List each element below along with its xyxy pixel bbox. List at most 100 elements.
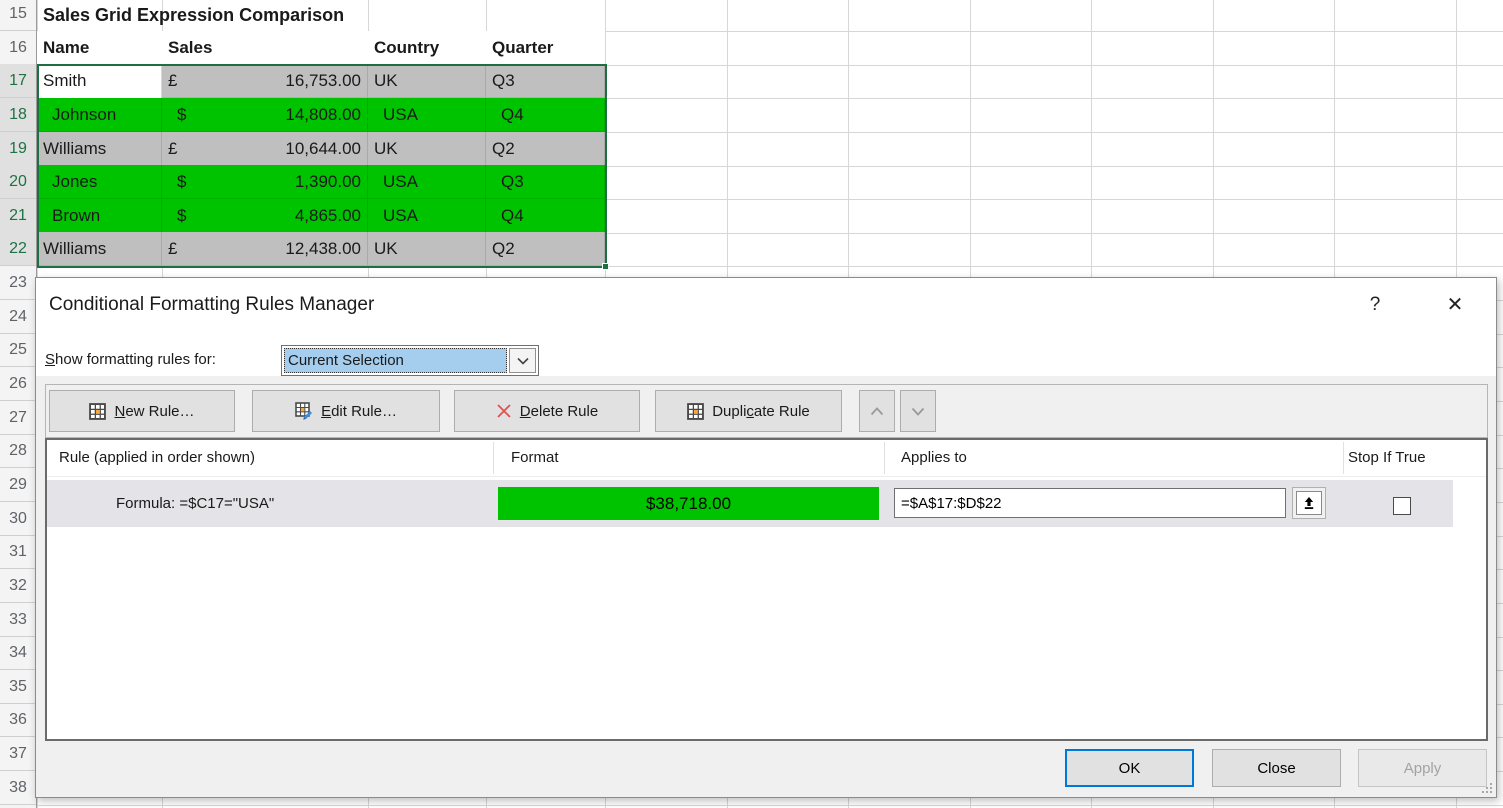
amount: 12,438.00 [285, 232, 361, 265]
sheet-title-cell[interactable]: Sales Grid Expression Comparison [43, 0, 344, 31]
move-rule-down-button[interactable] [900, 390, 936, 432]
ok-button[interactable]: OK [1065, 749, 1194, 787]
rule-row[interactable]: Formula: =$C17="USA" $38,718.00 [47, 480, 1453, 527]
column-separator [884, 442, 885, 474]
cell-c22-country[interactable]: UK [368, 232, 486, 266]
edit-rule-button[interactable]: Edit Rule… [252, 390, 440, 432]
list-header-stop-if-true: Stop If True [1348, 440, 1426, 476]
rules-list: Rule (applied in order shown) Format App… [45, 438, 1488, 741]
applies-to-input[interactable] [894, 488, 1286, 518]
row-header-38[interactable]: 38 [0, 771, 36, 805]
dialog-title: Conditional Formatting Rules Manager [49, 294, 374, 316]
cell-a20-name[interactable]: Jones [37, 165, 162, 199]
row-header-32[interactable]: 32 [0, 569, 36, 603]
cell-d17-quarter[interactable]: Q3 [486, 64, 605, 98]
cell-c17-country[interactable]: UK [368, 64, 486, 98]
row-header-17[interactable]: 17 [0, 64, 36, 98]
delete-rule-label: Delete Rule [520, 403, 598, 420]
row-header-27[interactable]: 27 [0, 401, 36, 435]
row-header-16[interactable]: 16 [0, 31, 36, 65]
column-header-name[interactable]: Name [37, 31, 162, 65]
column-header-country[interactable]: Country [368, 31, 486, 65]
currency-symbol: £ [168, 232, 177, 265]
amount: 10,644.00 [285, 132, 361, 165]
row-header-25[interactable]: 25 [0, 333, 36, 367]
show-rules-selected-value: Current Selection [284, 348, 507, 373]
row-header-35[interactable]: 35 [0, 670, 36, 704]
dialog-top-area [36, 278, 1496, 376]
close-icon[interactable]: ✕ [1440, 290, 1470, 320]
show-formatting-rules-label: Show formatting rules for: [45, 351, 216, 368]
currency-symbol: £ [168, 64, 177, 97]
row-header-21[interactable]: 21 [0, 199, 36, 233]
row-header-24[interactable]: 24 [0, 300, 36, 334]
row-header-30[interactable]: 30 [0, 502, 36, 536]
range-picker-button[interactable] [1292, 487, 1326, 519]
amount: 16,753.00 [285, 64, 361, 97]
rules-toolbar: New Rule… Edit Rule… Delete Rule Duplica… [45, 384, 1488, 438]
currency-symbol: £ [168, 132, 177, 165]
amount: 14,808.00 [285, 98, 361, 131]
conditional-formatting-rules-manager-dialog: Conditional Formatting Rules Manager ? ✕… [35, 277, 1497, 798]
row-header-34[interactable]: 34 [0, 636, 36, 670]
show-rules-dropdown[interactable]: Current Selection [281, 345, 539, 376]
column-header-sales[interactable]: Sales [162, 31, 368, 65]
edit-rule-label: Edit Rule… [321, 403, 397, 420]
cell-b21-sales[interactable]: $ 4,865.00 [162, 199, 368, 233]
row-header-23[interactable]: 23 [0, 266, 36, 300]
cell-c19-country[interactable]: UK [368, 132, 486, 166]
cell-a22-name[interactable]: Williams [37, 232, 162, 266]
cell-c18-country[interactable]: USA [368, 98, 486, 132]
duplicate-rule-button[interactable]: Duplicate Rule [655, 390, 842, 432]
header-separator [47, 476, 1486, 477]
cell-d19-quarter[interactable]: Q2 [486, 132, 605, 166]
new-rule-label: New Rule… [114, 403, 194, 420]
delete-rule-button[interactable]: Delete Rule [454, 390, 640, 432]
row-header-20[interactable]: 20 [0, 165, 36, 199]
cell-b17-sales[interactable]: £ 16,753.00 [162, 64, 368, 98]
cell-b19-sales[interactable]: £ 10,644.00 [162, 132, 368, 166]
new-rule-button[interactable]: New Rule… [49, 390, 235, 432]
cell-d22-quarter[interactable]: Q2 [486, 232, 605, 266]
cell-c21-country[interactable]: USA [368, 199, 486, 233]
list-header-applies-to: Applies to [901, 440, 967, 476]
chevron-down-icon[interactable] [509, 348, 536, 373]
move-rule-up-button[interactable] [859, 390, 895, 432]
help-icon[interactable]: ? [1360, 290, 1390, 320]
apply-button[interactable]: Apply [1358, 749, 1487, 787]
row-header-22[interactable]: 22 [0, 232, 36, 266]
row-header-33[interactable]: 33 [0, 603, 36, 637]
row-header-28[interactable]: 28 [0, 434, 36, 468]
cell-c20-country[interactable]: USA [368, 165, 486, 199]
cell-d21-quarter[interactable]: Q4 [486, 199, 605, 233]
row-header-31[interactable]: 31 [0, 535, 36, 569]
cell-b20-sales[interactable]: $ 1,390.00 [162, 165, 368, 199]
cell-b22-sales[interactable]: £ 12,438.00 [162, 232, 368, 266]
column-header-quarter[interactable]: Quarter [486, 31, 605, 65]
cell-a21-name[interactable]: Brown [37, 199, 162, 233]
table-grid-pencil-icon [295, 402, 313, 420]
chevron-up-icon [870, 407, 884, 416]
row-header-18[interactable]: 18 [0, 98, 36, 132]
cell-a18-name[interactable]: Johnson [37, 98, 162, 132]
cell-a17-name[interactable]: Smith [37, 64, 162, 98]
stop-if-true-checkbox[interactable] [1393, 497, 1411, 515]
amount: 4,865.00 [295, 199, 361, 232]
cell-d20-quarter[interactable]: Q3 [486, 165, 605, 199]
close-button[interactable]: Close [1212, 749, 1341, 787]
row-header-29[interactable]: 29 [0, 468, 36, 502]
row-header-26[interactable]: 26 [0, 367, 36, 401]
row-header-15[interactable]: 15 [0, 0, 36, 31]
rule-description: Formula: =$C17="USA" [116, 480, 274, 527]
cell-d18-quarter[interactable]: Q4 [486, 98, 605, 132]
cell-b18-sales[interactable]: $ 14,808.00 [162, 98, 368, 132]
row-header-19[interactable]: 19 [0, 132, 36, 166]
column-separator [493, 442, 494, 474]
chevron-down-icon [911, 407, 925, 416]
cell-a19-name[interactable]: Williams [37, 132, 162, 166]
resize-grip[interactable] [1480, 781, 1492, 793]
table-grid-icon [687, 403, 704, 420]
row-header-37[interactable]: 37 [0, 737, 36, 771]
column-separator [1343, 442, 1344, 474]
row-header-36[interactable]: 36 [0, 703, 36, 737]
